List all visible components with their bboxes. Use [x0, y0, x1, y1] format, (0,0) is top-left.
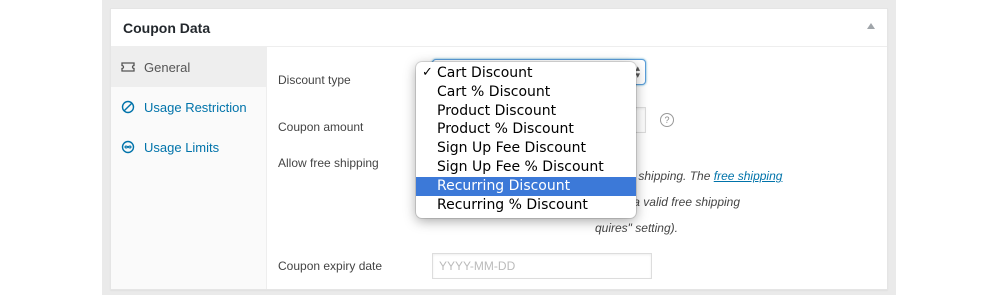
select-arrows-icon: ▴ ▾	[635, 63, 640, 80]
option-recurring-percent-discount[interactable]: Recurring % Discount	[416, 196, 636, 215]
coupon-amount-label: Coupon amount	[278, 120, 364, 134]
no-entry-icon	[121, 100, 135, 114]
tab-usage-limits-label: Usage Limits	[144, 139, 220, 155]
expiry-date-label: Coupon expiry date	[278, 259, 383, 273]
infinity-icon	[121, 140, 135, 154]
option-label: Sign Up Fee % Discount	[437, 158, 604, 175]
collapse-toggle-icon[interactable]	[867, 23, 875, 29]
desc-text-3: quires" setting).	[595, 221, 678, 235]
tab-general-label: General	[144, 59, 191, 75]
metabox-header: Coupon Data	[111, 9, 887, 47]
option-sign-up-fee-discount[interactable]: Sign Up Fee Discount	[416, 139, 636, 158]
tab-usage-restriction[interactable]: Usage Restriction	[111, 87, 266, 127]
discount-type-dropdown: ✓ Cart Discount Cart % Discount Product D…	[416, 62, 636, 219]
option-sign-up-fee-percent-discount[interactable]: Sign Up Fee % Discount	[416, 158, 636, 177]
option-label: Sign Up Fee Discount	[437, 140, 586, 157]
tab-usage-restriction-label: Usage Restriction	[144, 99, 247, 115]
ticket-icon	[121, 60, 135, 74]
coupon-tabs: General Usage Restriction Usage Limits	[111, 47, 267, 289]
expiry-date-input[interactable]: YYYY-MM-DD	[432, 253, 652, 279]
free-shipping-link[interactable]: free shipping	[714, 169, 783, 183]
free-shipping-label: Allow free shipping	[278, 156, 379, 170]
checkmark-icon: ✓	[422, 65, 433, 80]
option-cart-discount[interactable]: ✓ Cart Discount	[416, 64, 636, 83]
option-label: Recurring Discount	[437, 177, 571, 194]
option-label: Cart Discount	[437, 65, 533, 81]
option-product-discount[interactable]: Product Discount	[416, 102, 636, 121]
expiry-date-placeholder: YYYY-MM-DD	[439, 259, 516, 273]
tab-general[interactable]: General	[111, 47, 266, 87]
option-product-percent-discount[interactable]: Product % Discount	[416, 120, 636, 139]
option-recurring-discount[interactable]: Recurring Discount	[416, 176, 636, 196]
option-label: Product Discount	[437, 102, 557, 119]
option-label: Recurring % Discount	[437, 196, 588, 213]
tab-usage-limits[interactable]: Usage Limits	[111, 127, 266, 167]
option-label: Cart % Discount	[437, 83, 551, 100]
help-icon[interactable]: ?	[660, 113, 674, 127]
metabox-title: Coupon Data	[123, 20, 211, 36]
option-cart-percent-discount[interactable]: Cart % Discount	[416, 83, 636, 102]
option-label: Product % Discount	[437, 121, 574, 138]
discount-type-label: Discount type	[278, 73, 351, 87]
